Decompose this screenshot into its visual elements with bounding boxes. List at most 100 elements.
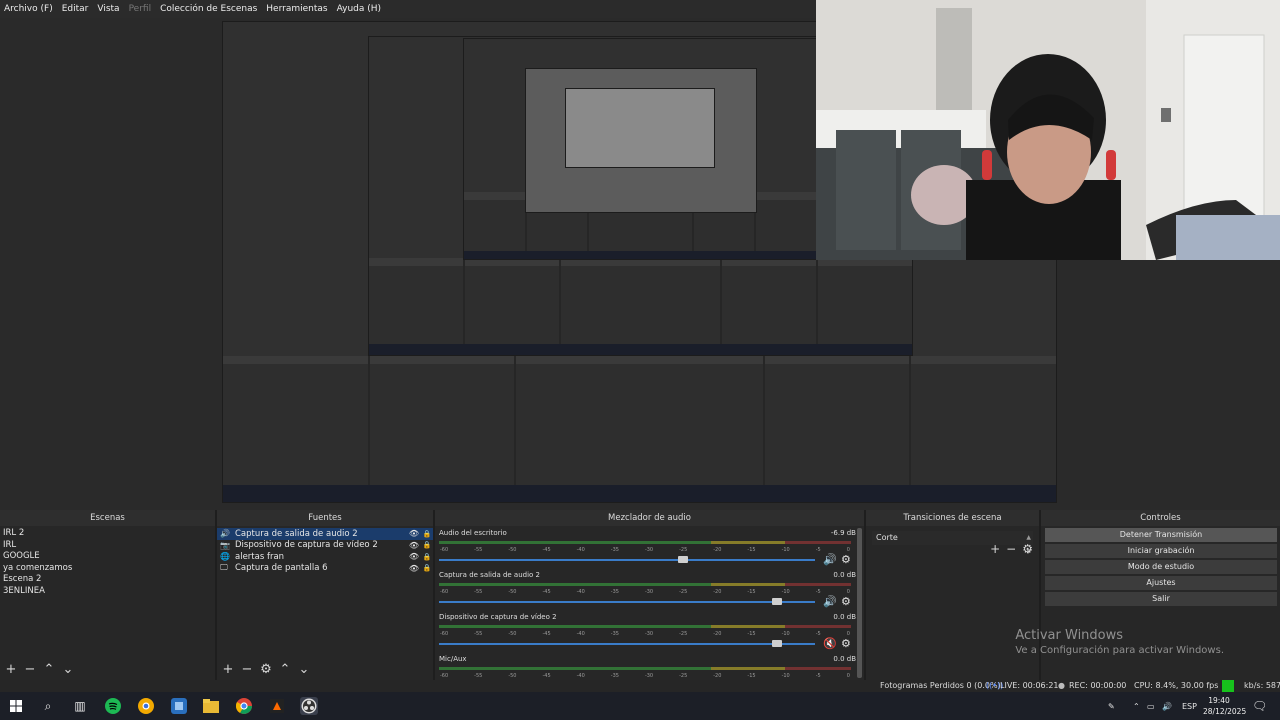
source-item[interactable]: 🌐 alertas fran 👁 🔒	[217, 551, 433, 563]
muted-speaker-icon[interactable]: 🔇	[823, 637, 837, 650]
lock-icon[interactable]: 🔒	[421, 541, 433, 549]
remove-scene-icon[interactable]: −	[23, 662, 37, 677]
scene-item[interactable]: ya comenzamos	[0, 563, 215, 575]
chrome-icon[interactable]	[235, 697, 253, 715]
scene-item[interactable]: Escena 2	[0, 574, 215, 586]
source-properties-icon[interactable]: ⚙	[259, 662, 273, 677]
menu-herramientas[interactable]: Herramientas	[266, 4, 327, 14]
volume-fader[interactable]: 🔊 ⚙	[439, 595, 856, 608]
tick-label: -20	[713, 589, 722, 595]
scenes-dock: Escenas IRL 2 IRL GOOGLE ya comenzamos Escen…	[0, 510, 217, 680]
control-button[interactable]: Detener Transmisión	[1045, 528, 1277, 542]
move-down-icon[interactable]: ⌄	[297, 662, 311, 677]
add-transition-icon[interactable]: +	[990, 542, 1000, 556]
source-name: Dispositivo de captura de vídeo 2	[235, 540, 378, 551]
fader-knob[interactable]	[772, 598, 783, 605]
menu-ayuda[interactable]: Ayuda (H)	[337, 4, 381, 14]
pen-icon[interactable]: ✎	[1108, 692, 1115, 720]
add-source-icon[interactable]: +	[221, 662, 235, 677]
tick-label: -55	[474, 547, 483, 553]
transition-properties-icon[interactable]: ⚙	[1022, 542, 1033, 556]
move-down-icon[interactable]: ⌄	[61, 662, 75, 677]
meter-ticks: -60 -55 -50 -45 -40 -35 -30 -25 -20 -15 -10 -5 0	[439, 547, 851, 554]
tick-label: -25	[679, 589, 688, 595]
app-blue-icon[interactable]	[170, 697, 188, 715]
search-icon[interactable]: ⌕	[39, 697, 57, 715]
lock-icon[interactable]: 🔒	[421, 564, 433, 572]
source-item[interactable]: 📷 Dispositivo de captura de vídeo 2 👁 🔒	[217, 540, 433, 552]
tick-label: -10	[781, 547, 790, 553]
tick-label: -45	[542, 589, 551, 595]
obs-icon[interactable]	[300, 697, 318, 715]
lock-icon[interactable]: 🔒	[421, 530, 433, 538]
chevron-up-icon[interactable]: ⌃	[1133, 692, 1140, 720]
tick-label: -30	[644, 589, 654, 595]
scene-item[interactable]: 3ENLINEA	[0, 586, 215, 598]
clock-time: 19:40	[1208, 696, 1230, 705]
menu-coleccion[interactable]: Colección de Escenas	[160, 4, 257, 14]
mixer-scrollbar[interactable]	[857, 528, 862, 678]
scenes-title: Escenas	[0, 510, 215, 526]
webcam-feed	[816, 0, 1280, 260]
source-item[interactable]: 🖵 Captura de pantalla 6 👁 🔒	[217, 563, 433, 575]
chrome-beta-icon[interactable]	[137, 697, 155, 715]
control-button[interactable]: Salir	[1045, 592, 1277, 606]
channel-header: Captura de salida de audio 2 0.0 dB	[439, 570, 856, 580]
control-button[interactable]: Ajustes	[1045, 576, 1277, 590]
volume-fader[interactable]: 🔇 ⚙	[439, 637, 856, 650]
speaker-icon[interactable]: 🔊	[823, 553, 837, 566]
tick-label: -55	[474, 673, 483, 679]
sources-dock: Fuentes 🔊 Captura de salida de audio 2 👁 🔒 📷…	[217, 510, 435, 680]
menu-archivo[interactable]: Archivo (F)	[4, 4, 53, 14]
gear-icon[interactable]: ⚙	[841, 595, 851, 608]
visibility-eye-icon[interactable]: 👁	[407, 564, 421, 573]
task-view-icon[interactable]: ▥	[71, 697, 89, 715]
speaker-icon[interactable]: 🔊	[823, 595, 837, 608]
visibility-eye-icon[interactable]: 👁	[407, 541, 421, 550]
mixer-channel: Captura de salida de audio 2 0.0 dB -60 -55…	[439, 570, 856, 612]
tick-label: -15	[747, 631, 756, 637]
volume-fader[interactable]: 🔊 ⚙	[439, 553, 856, 566]
mixer-channels: Audio del escritorio -6.9 dB -60 -55 -50 -45-…	[439, 528, 856, 679]
tick-label: -50	[508, 673, 517, 679]
tick-label: -35	[610, 673, 619, 679]
meter-segment	[439, 583, 711, 586]
volume-icon[interactable]: 🔊	[1162, 692, 1172, 720]
remove-source-icon[interactable]: −	[240, 662, 254, 677]
scene-item[interactable]: IRL	[0, 540, 215, 552]
fader-knob[interactable]	[678, 556, 689, 563]
app-orange-icon[interactable]	[268, 697, 286, 715]
volume-meter	[439, 623, 851, 631]
file-explorer-icon[interactable]	[202, 697, 220, 715]
spotify-icon[interactable]	[104, 697, 122, 715]
lock-icon[interactable]: 🔒	[421, 553, 433, 561]
visibility-eye-icon[interactable]: 👁	[407, 552, 421, 561]
language-indicator[interactable]: ESP	[1182, 692, 1197, 720]
menu-vista[interactable]: Vista	[97, 4, 119, 14]
source-item[interactable]: 🔊 Captura de salida de audio 2 👁 🔒	[217, 528, 433, 540]
system-clock[interactable]: 19:40 28/12/2025	[1203, 695, 1246, 717]
gear-icon[interactable]: ⚙	[841, 553, 851, 566]
tick-label: -30	[644, 631, 654, 637]
sources-title: Fuentes	[217, 510, 433, 526]
fader-track[interactable]	[439, 601, 815, 603]
fader-track[interactable]	[439, 643, 815, 645]
visibility-eye-icon[interactable]: 👁	[407, 529, 421, 538]
scene-item[interactable]: IRL 2	[0, 528, 215, 540]
windows-start-icon[interactable]	[7, 697, 25, 715]
menu-editar[interactable]: Editar	[62, 4, 89, 14]
move-up-icon[interactable]: ⌃	[278, 662, 292, 677]
scene-item[interactable]: GOOGLE	[0, 551, 215, 563]
windows-taskbar: ⌕ ▥ ✎ ⌃ ▭ 🔊 ESP 19:40 28/12/2025 🗨	[0, 692, 1280, 720]
tick-label: -60	[440, 547, 449, 553]
add-scene-icon[interactable]: +	[4, 662, 18, 677]
remove-transition-icon[interactable]: −	[1006, 542, 1016, 556]
network-icon[interactable]: ▭	[1147, 692, 1155, 720]
fader-knob[interactable]	[772, 640, 783, 647]
move-up-icon[interactable]: ⌃	[42, 662, 56, 677]
control-button[interactable]: Modo de estudio	[1045, 560, 1277, 574]
notification-icon[interactable]: 🗨	[1252, 692, 1267, 720]
control-button[interactable]: Iniciar grabación	[1045, 544, 1277, 558]
gear-icon[interactable]: ⚙	[841, 637, 851, 650]
fader-track[interactable]	[439, 559, 815, 561]
